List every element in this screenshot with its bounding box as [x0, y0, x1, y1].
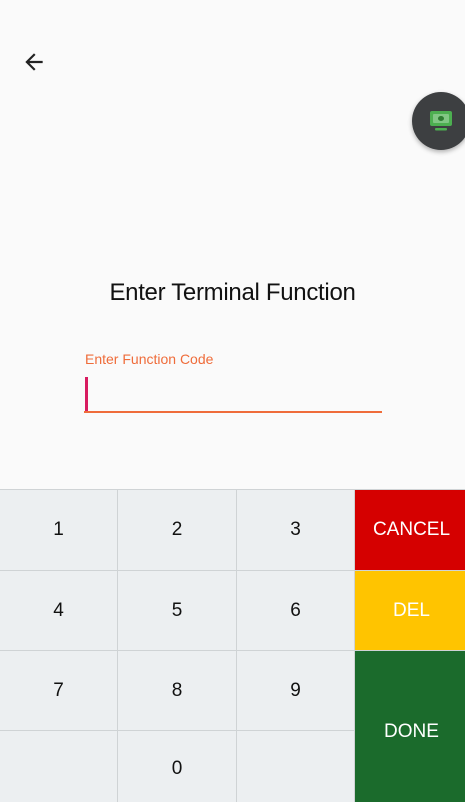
back-button[interactable] — [14, 42, 54, 82]
function-code-field: Enter Function Code — [84, 349, 382, 417]
key-blank-left — [0, 731, 117, 802]
key-0[interactable]: 0 — [118, 731, 236, 802]
floating-action-button[interactable] — [412, 92, 465, 150]
key-7[interactable]: 7 — [0, 651, 117, 730]
cancel-button[interactable]: CANCEL — [355, 490, 465, 570]
key-4[interactable]: 4 — [0, 571, 117, 650]
function-code-label: Enter Function Code — [85, 351, 214, 367]
key-8[interactable]: 8 — [118, 651, 236, 730]
page-title: Enter Terminal Function — [109, 279, 356, 306]
key-9[interactable]: 9 — [237, 651, 354, 730]
key-5[interactable]: 5 — [118, 571, 236, 650]
delete-button[interactable]: DEL — [355, 571, 465, 650]
key-2[interactable]: 2 — [118, 490, 236, 570]
monitor-icon — [430, 111, 452, 131]
key-6[interactable]: 6 — [237, 571, 354, 650]
numeric-keypad: 1 2 3 CANCEL 4 5 6 DEL 7 8 9 DONE 0 — [0, 489, 465, 802]
arrow-left-icon — [25, 53, 43, 71]
key-1[interactable]: 1 — [0, 490, 117, 570]
function-code-input[interactable] — [84, 373, 382, 413]
terminal-function-screen: Enter Terminal Function Enter Function C… — [0, 0, 465, 802]
text-cursor — [85, 377, 88, 411]
key-3[interactable]: 3 — [237, 490, 354, 570]
key-blank-right — [237, 731, 354, 802]
done-button[interactable]: DONE — [355, 651, 465, 802]
